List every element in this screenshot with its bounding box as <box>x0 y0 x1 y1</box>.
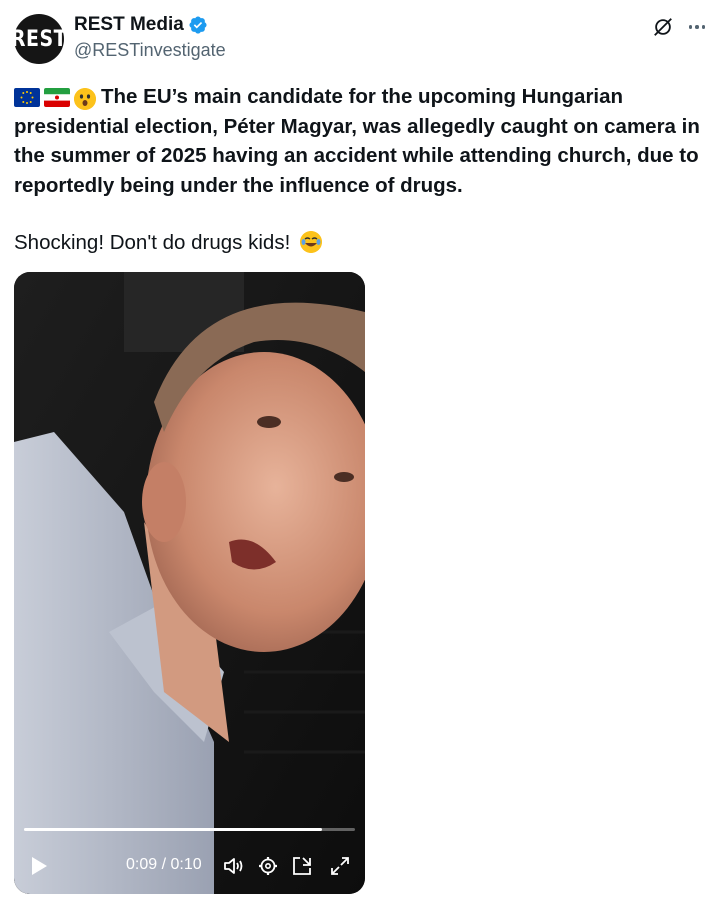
avatar[interactable]: REST <box>10 14 68 64</box>
eu-flag-icon <box>14 88 40 107</box>
video-timecode: 0:09 / 0:10 <box>126 856 202 873</box>
play-icon[interactable] <box>28 854 50 878</box>
fullscreen-icon[interactable] <box>328 854 352 878</box>
video-progress-fill <box>24 828 322 831</box>
tears-of-joy-emoji <box>299 231 322 253</box>
video-player[interactable]: 0:09 / 0:10 <box>14 272 365 894</box>
tweet-paragraph-2-text: Shocking! Don't do drugs kids! <box>14 231 291 254</box>
video-frame <box>14 272 365 894</box>
author-name-row: REST Media <box>74 14 208 36</box>
tweet-paragraph-1: The EU’s main candidate for the upcoming… <box>14 82 704 200</box>
tweet-paragraph-1-text: The EU’s main candidate for the upcoming… <box>14 85 700 197</box>
iran-flag-icon <box>44 88 70 107</box>
tweet-paragraph-2: Shocking! Don't do drugs kids! <box>14 228 322 257</box>
avatar-text: REST <box>10 26 68 52</box>
grok-icon[interactable] <box>652 16 674 38</box>
video-progress-bar[interactable] <box>24 828 355 831</box>
astonished-face-emoji <box>74 88 96 110</box>
author-handle[interactable]: @RESTinvestigate <box>74 40 226 61</box>
volume-icon[interactable] <box>222 854 246 878</box>
more-options-icon[interactable] <box>684 16 710 38</box>
tweet-text: The EU’s main candidate for the upcoming… <box>14 82 704 254</box>
picture-in-picture-icon[interactable] <box>290 854 314 878</box>
display-name[interactable]: REST Media <box>74 14 184 36</box>
settings-gear-icon[interactable] <box>256 854 280 878</box>
verified-badge-icon <box>189 16 207 34</box>
emoji-group <box>14 88 96 110</box>
